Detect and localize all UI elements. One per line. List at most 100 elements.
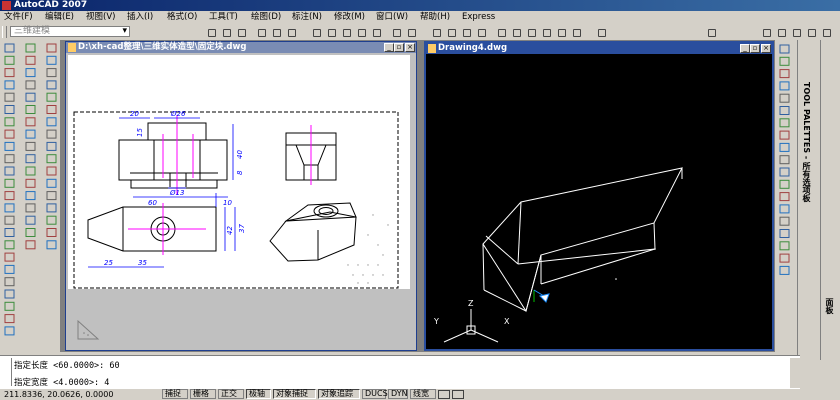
close-button-active[interactable]: × (761, 44, 771, 53)
print-preview-icon[interactable] (270, 26, 282, 38)
menu-modify[interactable]: 修改(M) (334, 11, 365, 24)
toolbar-tool-icon[interactable] (46, 55, 57, 65)
toolbar-tool-icon[interactable] (4, 154, 15, 164)
toolbar-tool-icon[interactable] (4, 301, 15, 311)
menu-help[interactable]: 帮助(H) (420, 11, 450, 24)
toolbar-tool-icon[interactable] (25, 129, 36, 139)
modify-tool-icon[interactable] (779, 142, 790, 152)
menu-format[interactable]: 格式(O) (167, 11, 197, 24)
toolbar-tool-icon[interactable] (4, 178, 15, 188)
menu-file[interactable]: 文件(F) (4, 11, 33, 24)
toolbar-tool-icon[interactable] (46, 228, 57, 237)
toolbar-tool-icon[interactable] (4, 129, 15, 139)
toolbar-tool-icon[interactable] (4, 314, 15, 324)
toolbar-tool-icon[interactable] (46, 68, 57, 78)
toolbar-tool-icon[interactable] (25, 43, 36, 53)
toolbar-tool-icon[interactable] (46, 129, 57, 139)
status-toggle-7[interactable]: DUCS (362, 389, 388, 399)
menu-insert[interactable]: 插入(I) (127, 11, 153, 24)
copy-icon[interactable] (325, 26, 337, 38)
tray-settings-icon[interactable] (800, 390, 810, 399)
toolbar-tool-icon[interactable] (46, 80, 57, 90)
calculator-icon[interactable] (570, 26, 582, 38)
menu-draw[interactable]: 绘图(D) (251, 11, 281, 24)
save-icon[interactable] (235, 26, 247, 38)
drawing-window-gudingkuai[interactable]: D:\xh-cad整理\三维实体造型\固定块.dwg _ ▫ × 20 Ø26 … (65, 41, 417, 351)
toolbar-tool-icon[interactable] (4, 240, 15, 250)
layer-lock-icon[interactable] (790, 26, 802, 38)
menu-edit[interactable]: 编辑(E) (45, 11, 74, 24)
layer-bulb-icon[interactable] (760, 26, 772, 38)
menu-tools[interactable]: 工具(T) (209, 11, 238, 24)
chevron-down-icon[interactable]: ▾ (122, 27, 127, 36)
toolbar-tool-icon[interactable] (46, 215, 57, 225)
paper-area[interactable]: 20 Ø26 15 40 8 Ø13 60 25 35 10 42 37 (68, 55, 410, 289)
status-toggle-6[interactable]: 对象追踪 (318, 389, 360, 399)
autocad-app-icon[interactable] (2, 1, 11, 10)
restore-button-active[interactable]: ▫ (750, 44, 760, 53)
toolbar-tool-icon[interactable] (46, 178, 57, 188)
toolbar-tool-icon[interactable] (4, 326, 15, 336)
toolbar-tool-icon[interactable] (25, 141, 36, 151)
new-file-icon[interactable] (205, 26, 217, 38)
modify-tool-icon[interactable] (779, 179, 790, 189)
toolbar-tool-icon[interactable] (4, 92, 15, 102)
menu-window[interactable]: 窗口(W) (376, 11, 408, 24)
status-toggle-3[interactable]: 正交 (218, 389, 244, 399)
minimize-button-active[interactable]: _ (740, 44, 750, 53)
close-button[interactable]: × (405, 43, 415, 52)
modify-tool-icon[interactable] (779, 253, 790, 263)
comm-center-icon[interactable] (785, 390, 795, 399)
workspace-select[interactable]: 三维建模 ▾ (10, 26, 130, 37)
modify-tool-icon[interactable] (779, 69, 790, 79)
dashboard-panel[interactable]: 面板 (820, 40, 840, 360)
modify-tool-icon[interactable] (779, 56, 790, 66)
layer-manager-icon[interactable] (820, 26, 832, 38)
modify-tool-icon[interactable] (779, 265, 790, 275)
toolbar-tool-icon[interactable] (25, 166, 36, 176)
toolbar-grip[interactable] (2, 26, 7, 38)
toolbar-tool-icon[interactable] (25, 240, 36, 250)
tool-palettes-panel[interactable]: TOOL PALETTES - 所有选项板 (797, 40, 818, 360)
zoom-window-icon[interactable] (460, 26, 472, 38)
toolbar-tool-icon[interactable] (4, 43, 15, 53)
model-layout-icon[interactable] (438, 390, 450, 399)
pan-icon[interactable] (430, 26, 442, 38)
window-title-bar-active[interactable]: Drawing4.dwg (426, 43, 772, 54)
modify-tool-icon[interactable] (779, 241, 790, 251)
command-grip[interactable] (2, 358, 12, 386)
modify-tool-icon[interactable] (779, 93, 790, 103)
cut-icon[interactable] (310, 26, 322, 38)
layer-sun-icon[interactable] (775, 26, 787, 38)
toolbar-tool-icon[interactable] (25, 203, 36, 213)
toolbar-tool-icon[interactable] (25, 117, 36, 127)
modify-tool-icon[interactable] (779, 192, 790, 202)
properties-icon[interactable] (495, 26, 507, 38)
menu-dimension[interactable]: 标注(N) (292, 11, 322, 24)
command-window[interactable]: 指定长度 <60.0000>: 60 指定宽度 <4.0000>: 4 (0, 355, 800, 389)
drawing-window-drawing4[interactable]: Drawing4.dwg _ ▫ × Y Z X (424, 41, 774, 351)
design-center-icon[interactable] (510, 26, 522, 38)
toolbar-tool-icon[interactable] (4, 203, 15, 213)
modify-tool-icon[interactable] (779, 204, 790, 214)
toolbar-tool-icon[interactable] (46, 191, 57, 201)
toolbar-tool-icon[interactable] (4, 117, 15, 127)
toolbar-tool-icon[interactable] (46, 105, 57, 114)
open-file-icon[interactable] (220, 26, 232, 38)
layout-icon[interactable] (452, 390, 464, 399)
tool-palettes-icon[interactable] (525, 26, 537, 38)
help-icon-2[interactable] (705, 26, 717, 38)
toolbar-tool-icon[interactable] (4, 191, 15, 201)
toolbar-tool-icon[interactable] (4, 252, 15, 262)
command-scrollbar[interactable] (790, 358, 800, 388)
layer-color-icon[interactable] (805, 26, 817, 38)
toolbar-tool-icon[interactable] (46, 166, 57, 176)
zoom-previous-icon[interactable] (475, 26, 487, 38)
lock-icon[interactable] (770, 390, 780, 399)
modify-tool-icon[interactable] (779, 106, 790, 115)
modify-tool-icon[interactable] (779, 44, 790, 54)
menu-express[interactable]: Express (462, 11, 495, 24)
minimize-button[interactable]: _ (384, 43, 394, 52)
toolbar-tool-icon[interactable] (46, 240, 57, 250)
toolbar-tool-icon[interactable] (4, 141, 15, 151)
